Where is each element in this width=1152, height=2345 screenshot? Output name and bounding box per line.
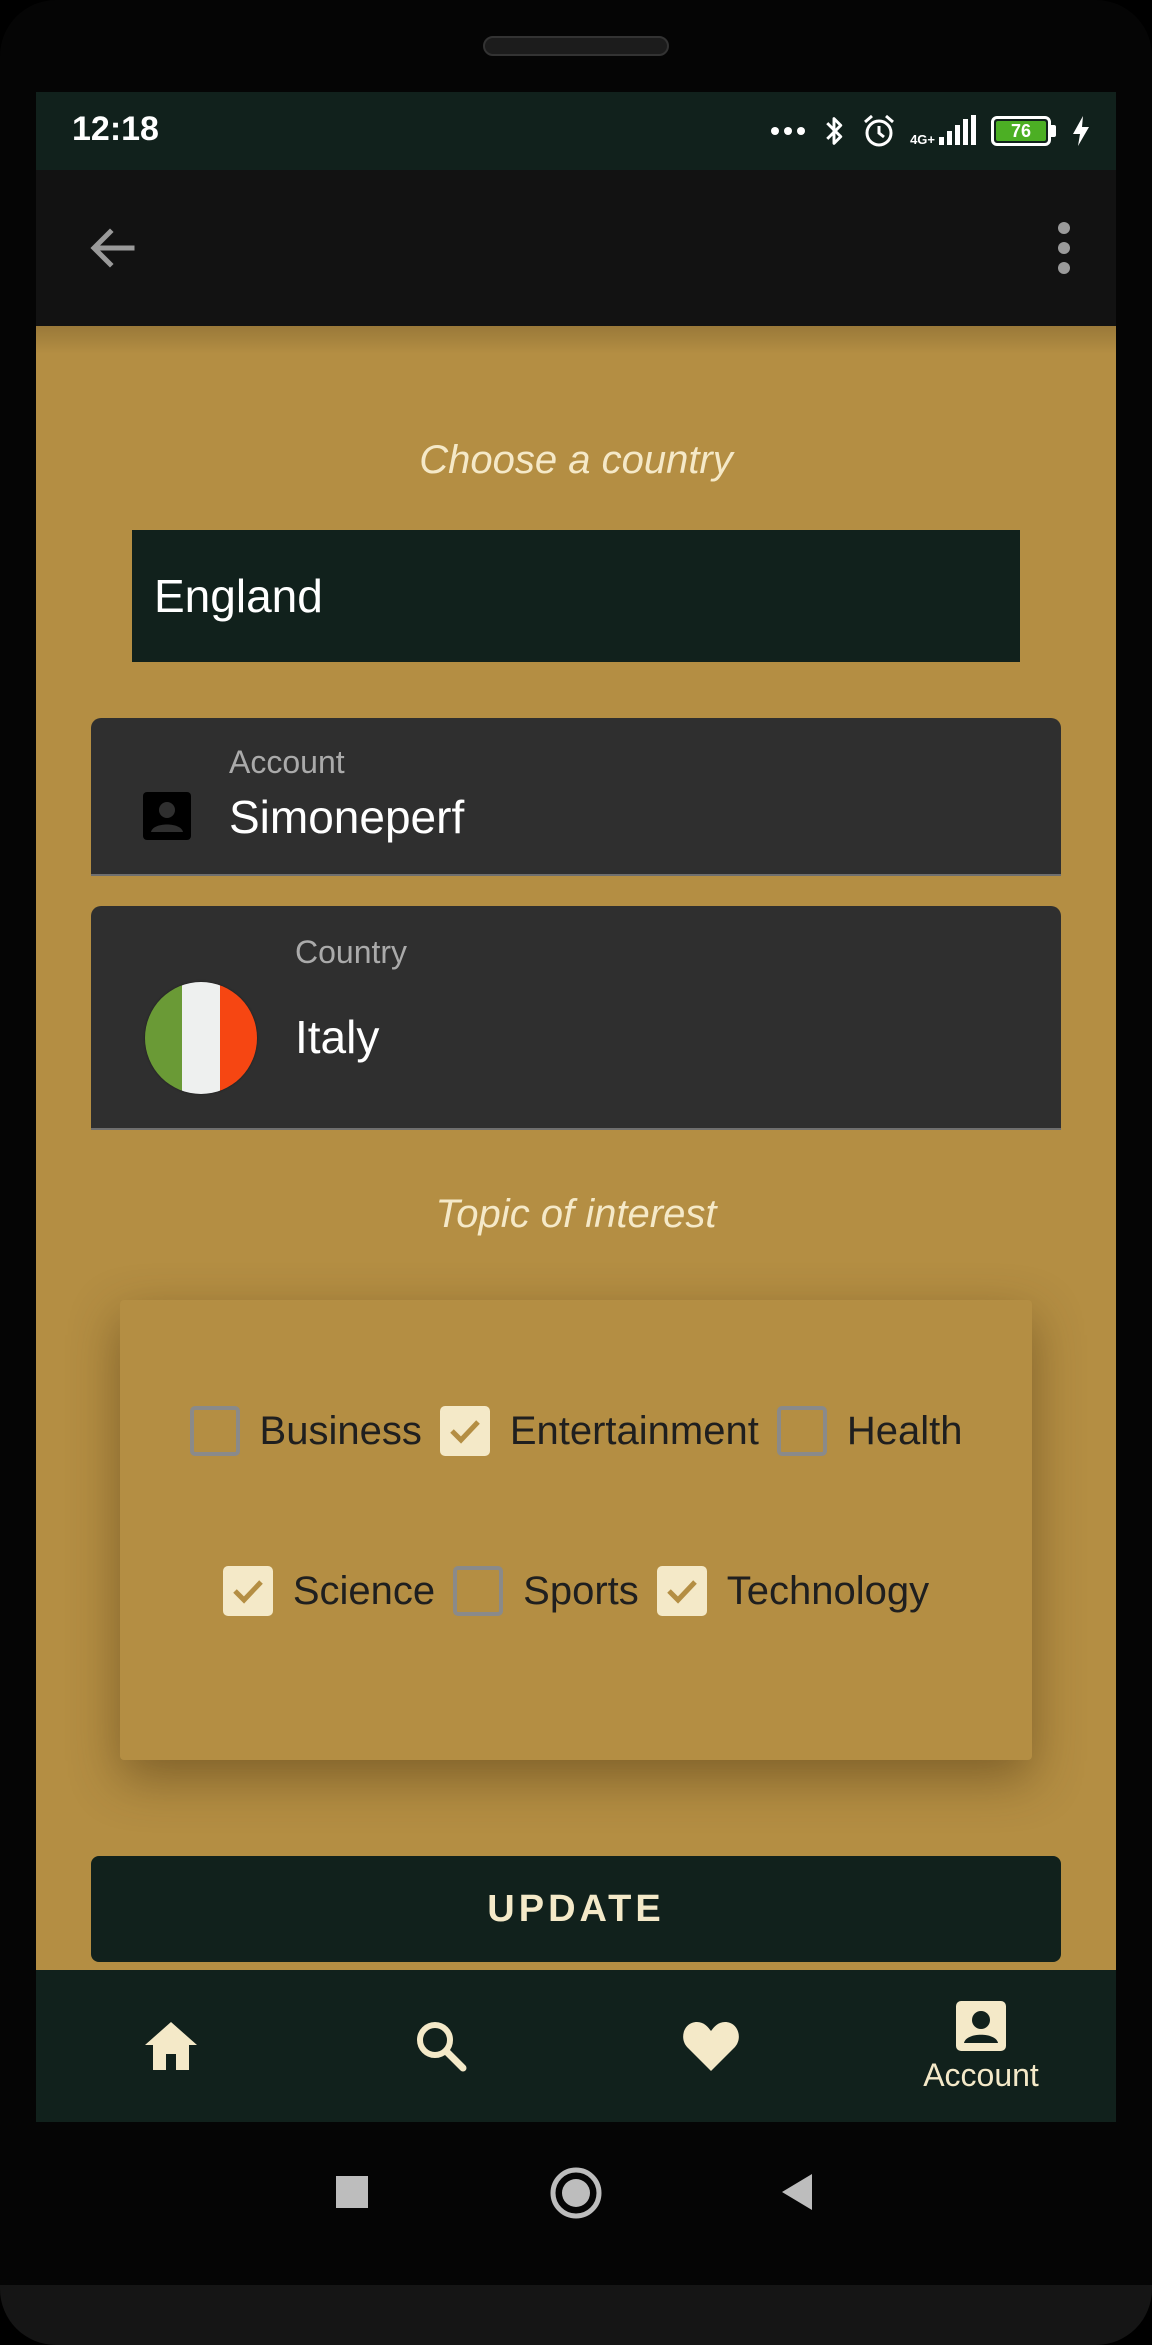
speaker-grille [483,36,669,56]
nav-account-label: Account [923,2056,1039,2093]
app-screen: 12:18 4G+ 76 Choose a country England Ac… [36,92,1116,2122]
topic-entertainment[interactable]: Entertainment [439,1406,759,1456]
status-time: 12:18 [72,110,159,148]
alarm-icon [864,114,895,147]
back-button[interactable] [780,2173,814,2211]
topic-label: Health [846,1408,963,1453]
account-box-icon [143,792,191,840]
nav-search[interactable] [306,1970,576,2122]
home-button[interactable] [550,2167,602,2219]
checkbox-unchecked[interactable] [776,1406,827,1456]
status-bar: 12:18 4G+ 76 [36,92,1116,170]
italy-flag-icon [145,982,257,1094]
home-icon [145,2022,197,2070]
account-value: Simoneperf [229,791,465,843]
nav-home[interactable] [36,1970,306,2122]
checkbox-checked[interactable] [656,1566,707,1616]
topic-label: Technology [726,1568,930,1613]
account-field[interactable]: Account Simoneperf [91,718,1061,876]
bottom-nav: Account [36,1970,1116,2122]
bluetooth-icon [826,117,843,145]
favorite-icon [683,2022,739,2071]
battery-level: 76 [996,121,1046,141]
account-label: Account [229,744,345,780]
topic-technology[interactable]: Technology [656,1566,930,1616]
topic-label: Entertainment [509,1408,759,1453]
topic-science[interactable]: Science [222,1566,436,1616]
topics-title: Topic of interest [435,1192,717,1236]
more-vert-icon[interactable] [1050,218,1078,278]
app-toolbar [36,170,1116,326]
topic-label: Sports [523,1568,639,1613]
checkbox-checked[interactable] [439,1406,490,1456]
country-label: Country [295,934,408,970]
topics-row: Science Sports Technology [120,1566,1032,1616]
phone-frame: 12:18 4G+ 76 Choose a country England Ac… [0,0,1152,2345]
charging-icon [1073,116,1089,146]
signal-icon [939,115,976,145]
check-icon [666,1580,697,1604]
check-icon [450,1420,480,1444]
more-dots-icon [771,127,806,135]
network-type: 4G+ [910,132,935,147]
check-icon [233,1580,263,1604]
country-field[interactable]: Country Italy [91,906,1061,1130]
network-indicator: 4G+ [910,115,977,147]
topics-card: Business Entertainment Health Science Sp… [120,1300,1032,1760]
country-select[interactable]: England [132,530,1020,662]
checkbox-checked[interactable] [222,1566,273,1616]
topic-label: Business [259,1408,422,1453]
checkbox-unchecked[interactable] [189,1406,240,1456]
recents-button[interactable] [335,2175,369,2209]
nav-account[interactable]: Account [846,1970,1116,2122]
topic-sports[interactable]: Sports [453,1566,639,1616]
nav-favorites[interactable] [576,1970,846,2122]
status-icons: 4G+ 76 [770,106,1092,156]
topics-row: Business Entertainment Health [120,1406,1032,1456]
account-icon [956,2000,1006,2051]
topic-health[interactable]: Health [776,1406,963,1456]
country-value: Italy [295,1011,380,1063]
toolbar-shadow [36,326,1116,354]
checkbox-unchecked[interactable] [453,1566,504,1616]
topic-label: Science [292,1568,436,1613]
choose-country-title: Choose a country [419,438,733,482]
system-nav-bar [0,2122,1152,2282]
arrow-back-icon[interactable] [82,218,142,278]
search-icon [417,2022,467,2072]
topic-business[interactable]: Business [189,1406,422,1456]
update-button[interactable]: UPDATE [91,1856,1061,1962]
battery-indicator: 76 [991,116,1056,146]
